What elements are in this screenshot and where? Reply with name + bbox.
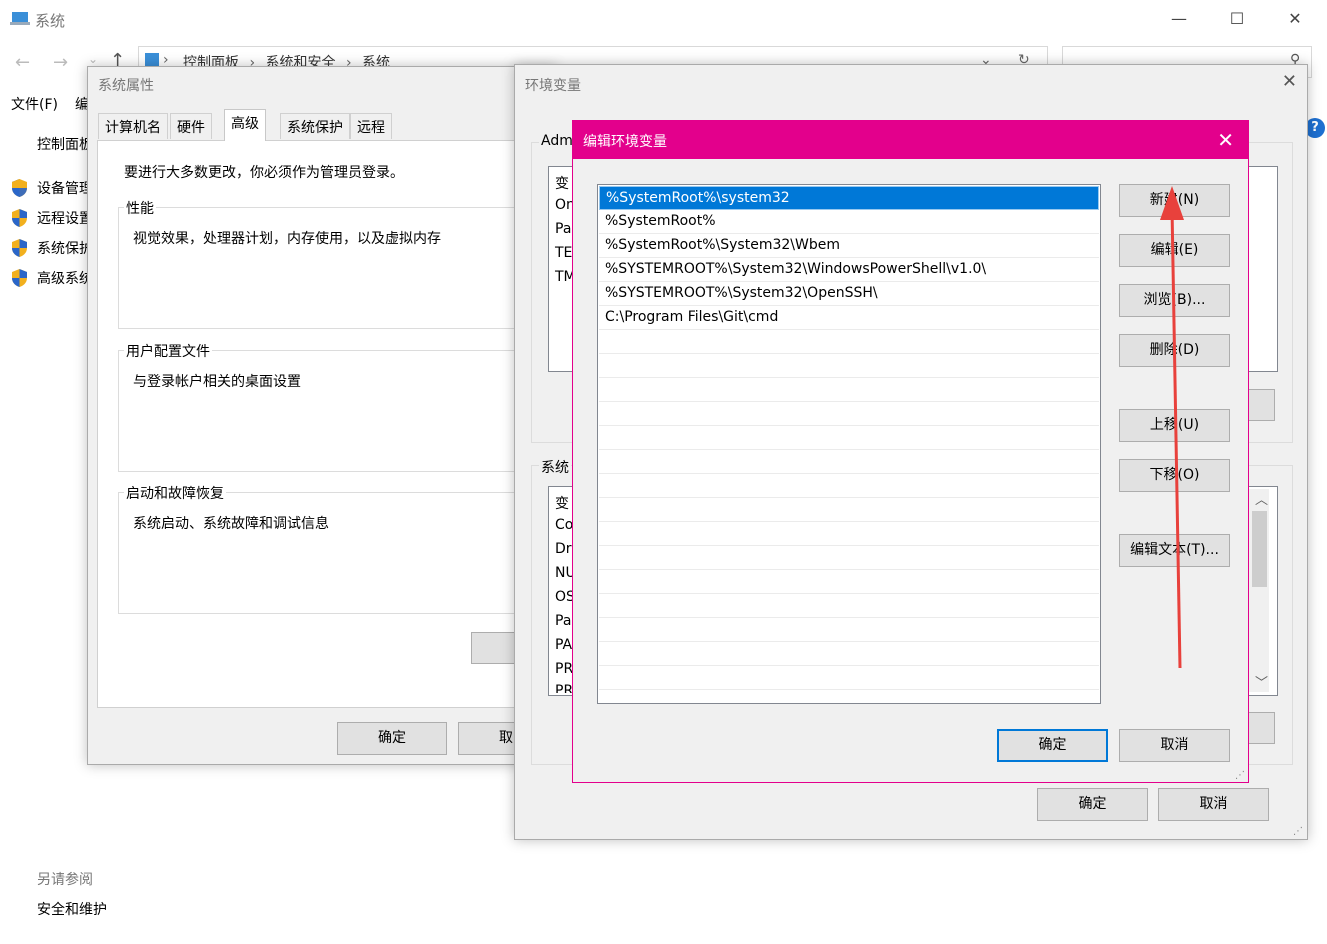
empty-row[interactable] bbox=[599, 474, 1099, 498]
list-item[interactable]: PR bbox=[555, 661, 573, 677]
user-profile-desc: 与登录帐户相关的桌面设置 bbox=[133, 374, 301, 390]
path-row[interactable]: %SystemRoot%\System32\Wbem bbox=[599, 234, 1099, 258]
shield-icon bbox=[10, 238, 29, 258]
title-bar bbox=[573, 121, 1248, 159]
tab-hardware[interactable]: 硬件 bbox=[170, 113, 212, 139]
chevron-up-icon[interactable]: ︿ bbox=[1255, 489, 1268, 508]
path-row[interactable]: %SystemRoot% bbox=[599, 210, 1099, 234]
system-variables-label: 系统 bbox=[539, 457, 571, 477]
tab-system-protection[interactable]: 系统保护 bbox=[280, 113, 350, 139]
ok-button-label: 确定 bbox=[378, 730, 406, 746]
user-profile-group-label: 用户配置文件 bbox=[124, 341, 212, 361]
tab-advanced[interactable]: 高级 bbox=[224, 109, 266, 141]
performance-desc: 视觉效果，处理器计划，内存使用，以及虚拟内存 bbox=[133, 231, 441, 247]
annotation-arrow-icon bbox=[1160, 186, 1184, 669]
dialog-title: 系统属性 bbox=[98, 78, 154, 94]
control-panel-icon bbox=[145, 53, 159, 67]
cancel-button-label: 取 bbox=[499, 730, 513, 746]
maximize-icon[interactable]: ☐ bbox=[1214, 4, 1260, 34]
list-item[interactable]: Co bbox=[555, 517, 573, 533]
list-item[interactable]: Dr bbox=[555, 541, 572, 557]
shield-icon bbox=[10, 268, 29, 288]
list-item[interactable]: TE bbox=[555, 245, 572, 261]
path-row[interactable]: %SYSTEMROOT%\System32\OpenSSH\ bbox=[599, 282, 1099, 306]
sidebar-control-panel-home[interactable]: 控制面板 bbox=[37, 134, 93, 154]
list-item[interactable]: Pa bbox=[555, 613, 571, 629]
shield-icon bbox=[10, 178, 29, 198]
empty-row[interactable] bbox=[599, 354, 1099, 378]
security-maintenance-link[interactable]: 安全和维护 bbox=[37, 899, 107, 919]
list-item: 变 bbox=[555, 496, 569, 512]
empty-row[interactable] bbox=[599, 402, 1099, 426]
path-row-selected[interactable]: %SystemRoot%\system32 bbox=[599, 186, 1099, 210]
system-app-icon bbox=[10, 10, 30, 26]
path-row[interactable]: %SYSTEMROOT%\System32\WindowsPowerShell\… bbox=[599, 258, 1099, 282]
ok-button[interactable]: 确定 bbox=[337, 722, 447, 755]
empty-row[interactable] bbox=[599, 546, 1099, 570]
empty-row[interactable] bbox=[599, 378, 1099, 402]
forward-arrow-icon[interactable]: → bbox=[53, 52, 68, 73]
dialog-title: 环境变量 bbox=[525, 78, 581, 94]
cancel-button-label: 取消 bbox=[1160, 737, 1189, 753]
empty-row[interactable] bbox=[599, 330, 1099, 354]
ok-button[interactable]: 确定 bbox=[1037, 788, 1148, 821]
close-icon[interactable]: ✕ bbox=[1217, 128, 1234, 152]
tab-remote[interactable]: 远程 bbox=[350, 113, 392, 139]
help-icon[interactable]: ? bbox=[1305, 118, 1325, 138]
edit-environment-variable-dialog: 编辑环境变量 ✕ %SystemRoot%\system32 %SystemRo… bbox=[572, 120, 1249, 783]
user-variables-label: Adm bbox=[539, 133, 575, 149]
empty-row[interactable] bbox=[599, 498, 1099, 522]
list-item: 变 bbox=[555, 176, 569, 192]
system-delete-button[interactable] bbox=[1248, 712, 1275, 744]
path-row[interactable]: C:\Program Files\Git\cmd bbox=[599, 306, 1099, 330]
list-item[interactable]: PR bbox=[555, 683, 573, 693]
cancel-button[interactable]: 取消 bbox=[1119, 729, 1230, 762]
empty-row[interactable] bbox=[599, 426, 1099, 450]
path-list[interactable]: %SystemRoot%\system32 %SystemRoot% %Syst… bbox=[597, 184, 1101, 704]
sidebar-item-label: 设备管理 bbox=[37, 181, 93, 197]
user-delete-button[interactable] bbox=[1248, 389, 1275, 421]
close-icon[interactable]: ✕ bbox=[1272, 4, 1318, 34]
see-also-heading: 另请参阅 bbox=[37, 872, 93, 888]
dialog-title: 编辑环境变量 bbox=[583, 134, 667, 150]
tab-computer-name[interactable]: 计算机名 bbox=[98, 113, 168, 139]
back-arrow-icon[interactable]: ← bbox=[15, 52, 30, 73]
empty-row[interactable] bbox=[599, 666, 1099, 690]
ok-button-label: 确定 bbox=[1078, 796, 1107, 812]
window-title: 系统 bbox=[35, 12, 66, 30]
startup-recovery-desc: 系统启动、系统故障和调试信息 bbox=[133, 516, 329, 532]
sidebar-item-label: 高级系统 bbox=[37, 271, 93, 287]
empty-row[interactable] bbox=[599, 642, 1099, 666]
scrollbar-thumb[interactable] bbox=[1252, 511, 1267, 587]
recent-chevron-icon[interactable]: ⌄ bbox=[88, 52, 98, 66]
resize-grip-icon[interactable]: ⋰ bbox=[1293, 826, 1303, 837]
minimize-icon[interactable]: — bbox=[1156, 4, 1202, 34]
user-profile-group bbox=[118, 350, 556, 472]
performance-group-label: 性能 bbox=[124, 198, 156, 218]
empty-row[interactable] bbox=[599, 618, 1099, 642]
shield-icon bbox=[10, 208, 29, 228]
empty-row[interactable] bbox=[599, 450, 1099, 474]
close-icon[interactable]: ✕ bbox=[1282, 71, 1297, 92]
sidebar-item-label: 远程设置 bbox=[37, 211, 93, 227]
empty-row[interactable] bbox=[599, 522, 1099, 546]
admin-note: 要进行大多数更改，你必须作为管理员登录。 bbox=[124, 165, 404, 181]
performance-group bbox=[118, 207, 556, 329]
startup-recovery-group bbox=[118, 492, 556, 614]
system-properties-dialog: 系统属性 计算机名 硬件 高级 系统保护 远程 要进行大多数更改，你必须作为管理… bbox=[87, 66, 557, 765]
sidebar-item-label: 系统保护 bbox=[37, 241, 93, 257]
cancel-button-label: 取消 bbox=[1199, 796, 1228, 812]
cancel-button[interactable]: 取消 bbox=[1158, 788, 1269, 821]
ok-button[interactable]: 确定 bbox=[997, 729, 1108, 762]
menu-file[interactable]: 文件(F) bbox=[11, 94, 58, 114]
startup-recovery-group-label: 启动和故障恢复 bbox=[124, 483, 226, 503]
ok-button-label: 确定 bbox=[1038, 737, 1067, 753]
empty-row[interactable] bbox=[599, 570, 1099, 594]
chevron-down-icon[interactable]: ﹀ bbox=[1255, 672, 1268, 691]
list-item[interactable]: Pa bbox=[555, 221, 571, 237]
empty-row[interactable] bbox=[599, 594, 1099, 618]
list-item[interactable]: PA bbox=[555, 637, 572, 653]
resize-grip-icon[interactable]: ⋰ bbox=[1235, 770, 1245, 781]
